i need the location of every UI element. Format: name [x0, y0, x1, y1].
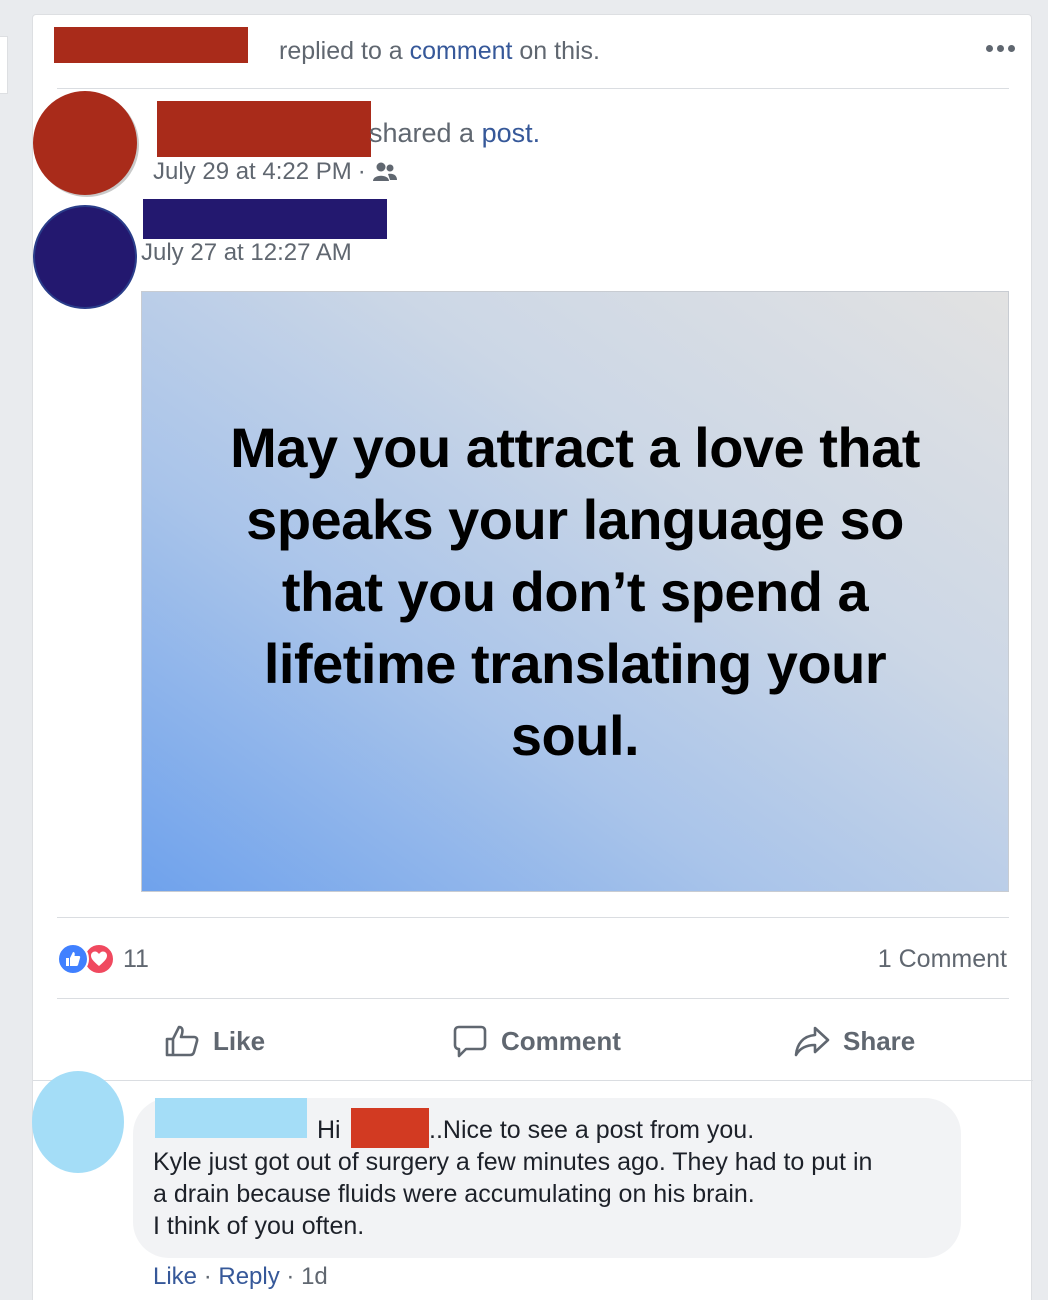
divider: [33, 1080, 1033, 1081]
story-header: replied to a comment on this.: [54, 15, 1015, 89]
separator: ·: [357, 158, 366, 185]
share-label: Share: [843, 1025, 916, 1056]
feed-story-card: replied to a comment on this. shared a p…: [32, 14, 1033, 1300]
shared-post-meta: July 29 at 4:22 PM ·: [153, 158, 398, 186]
comment-reply-link[interactable]: Reply: [218, 1263, 279, 1290]
comment-bubble: Hi ..Nice to see a post from you. Kyle j…: [133, 1098, 961, 1258]
separator: ·: [203, 1263, 212, 1290]
like-button[interactable]: Like: [163, 1015, 265, 1067]
comment-like-link[interactable]: Like: [153, 1263, 197, 1290]
separator: ·: [286, 1263, 295, 1290]
original-post-timestamp[interactable]: July 27 at 12:27 AM: [141, 239, 352, 267]
header-text-after: on this.: [512, 37, 601, 65]
shared-text: shared a: [369, 118, 482, 148]
redacted-name: [155, 1098, 307, 1138]
share-button[interactable]: Share: [793, 1015, 915, 1067]
post-link[interactable]: post.: [482, 118, 541, 148]
redacted-name: [351, 1108, 429, 1148]
speech-bubble-icon: [453, 1025, 487, 1058]
thumbs-up-icon: [165, 1025, 199, 1057]
post-image[interactable]: May you attract a love that speaks your …: [141, 291, 1009, 892]
like-icon: [57, 943, 89, 975]
divider: [57, 917, 1009, 918]
reaction-count: 11: [123, 944, 149, 973]
original-poster-avatar[interactable]: [33, 205, 137, 309]
story-header-text: replied to a comment on this.: [279, 37, 600, 66]
comment-line-2: Kyle just got out of surgery a few minut…: [153, 1148, 873, 1176]
comment-meta: Like · Reply · 1d: [153, 1263, 328, 1291]
redacted-name: [54, 27, 248, 63]
adjacent-panel-edge: [0, 36, 8, 94]
comment-time[interactable]: 1d: [301, 1263, 328, 1290]
comment-line-1: Hi: [317, 1116, 341, 1145]
redacted-name: [143, 199, 387, 239]
action-bar: Like Comment Share: [57, 1015, 1009, 1067]
comment-label: Comment: [501, 1025, 621, 1056]
reactions-summary[interactable]: 11: [57, 943, 149, 975]
comment-button[interactable]: Comment: [451, 1015, 621, 1067]
friends-icon[interactable]: [372, 161, 398, 183]
ellipsis-icon[interactable]: [986, 45, 1015, 52]
comment-greeting: Hi: [317, 1116, 341, 1144]
comment-line-4: I think of you often.: [153, 1212, 365, 1240]
share-arrow-icon: [794, 1026, 830, 1057]
like-label: Like: [213, 1025, 266, 1056]
header-text-before: replied to a: [279, 37, 410, 65]
comment-count-link[interactable]: 1 Comment: [878, 945, 1007, 974]
shared-post-line: shared a post.: [369, 118, 540, 149]
timestamp[interactable]: July 29 at 4:22 PM: [153, 158, 352, 186]
comment-line-1-rest: ..Nice to see a post from you.: [429, 1116, 755, 1144]
redacted-name: [157, 101, 371, 157]
comment-link[interactable]: comment: [410, 37, 513, 65]
quote-text: May you attract a love that speaks your …: [230, 415, 920, 767]
commenter-avatar[interactable]: [32, 1071, 124, 1173]
sharer-avatar[interactable]: [33, 91, 137, 195]
comment-line-3: a drain because fluids were accumulating…: [153, 1180, 755, 1208]
divider: [57, 998, 1009, 999]
